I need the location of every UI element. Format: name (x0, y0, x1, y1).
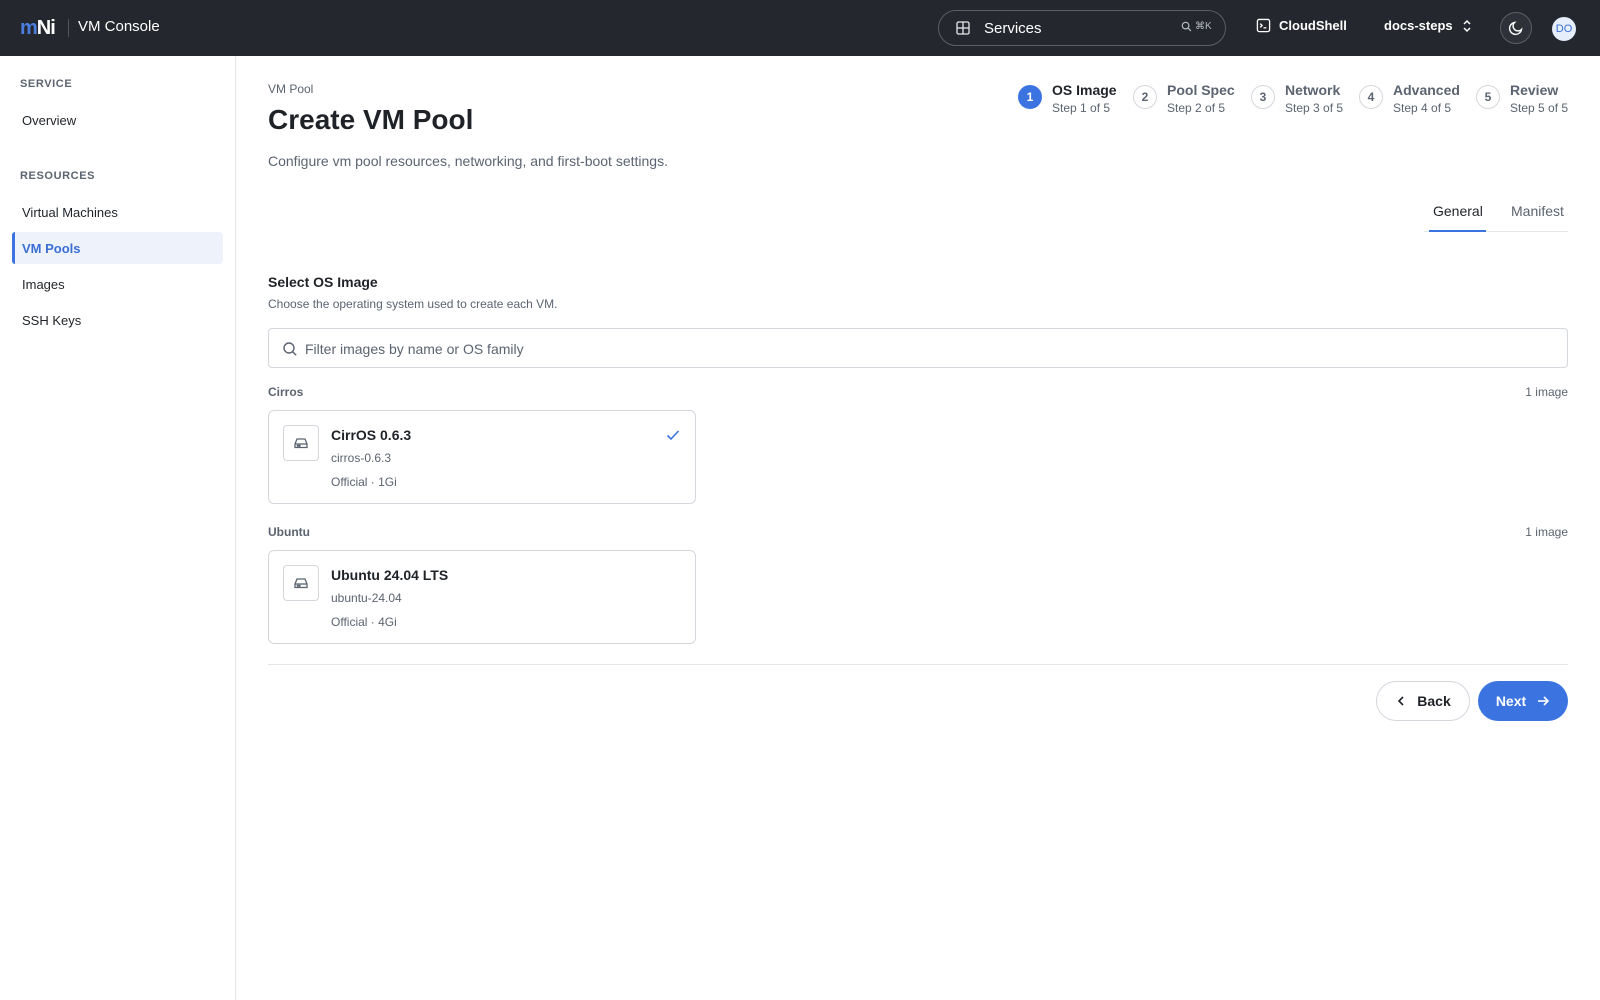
step-number: 3 (1251, 85, 1275, 109)
step-number: 4 (1359, 85, 1383, 109)
sidebar-item-label: VM Pools (22, 240, 81, 256)
image-meta: Official · 1Gi (331, 475, 397, 489)
sidebar-item-label: SSH Keys (22, 312, 82, 328)
step-advanced[interactable]: 4 Advanced Step 4 of 5 (1359, 82, 1460, 115)
back-button[interactable]: Back (1376, 681, 1470, 721)
page-title: Create VM Pool (268, 104, 474, 135)
view-tabs: General Manifest (1424, 200, 1568, 232)
next-label: Next (1495, 693, 1527, 709)
shortcut-label: ⌘K (1195, 21, 1212, 32)
step-subtitle: Step 2 of 5 (1167, 101, 1226, 115)
group-count: 1 image (1525, 385, 1568, 399)
project-selector[interactable]: docs-steps (1384, 18, 1473, 33)
moon-icon (1508, 21, 1523, 36)
step-number: 1 (1018, 85, 1042, 109)
sidebar-item-label: Overview (22, 112, 77, 128)
active-tab-indicator (1429, 230, 1486, 232)
step-number: 2 (1133, 85, 1157, 109)
step-number: 5 (1476, 85, 1500, 109)
chevron-left-icon (1398, 696, 1404, 706)
check-icon (666, 430, 680, 441)
sidebar-section-service: SERVICE (20, 78, 73, 90)
sidebar-item-label: Images (22, 276, 65, 292)
brand-divider (68, 19, 69, 37)
image-meta: Official · 4Gi (331, 615, 397, 629)
page-description: Configure vm pool resources, networking,… (268, 153, 668, 169)
theme-toggle-button[interactable] (1500, 12, 1532, 44)
section-description: Choose the operating system used to crea… (268, 297, 558, 311)
image-card-cirros[interactable]: CirrOS 0.6.3 cirros-0.6.3 Official · 1Gi (268, 410, 696, 504)
sidebar-item-images[interactable]: Images (12, 268, 223, 300)
step-subtitle: Step 5 of 5 (1510, 101, 1569, 115)
search-shortcut: ⌘K (1181, 21, 1212, 32)
terminal-icon (1256, 18, 1271, 33)
breadcrumb[interactable]: VM Pool (268, 82, 313, 96)
tab-general[interactable]: General (1433, 203, 1483, 219)
step-title: Advanced (1393, 82, 1460, 98)
sidebar-item-overview[interactable]: Overview (12, 104, 223, 136)
image-id: cirros-0.6.3 (331, 451, 392, 465)
hard-drive-icon (294, 438, 308, 449)
step-title: Pool Spec (1167, 82, 1235, 98)
step-title: OS Image (1052, 82, 1117, 98)
section-title: Select OS Image (268, 274, 378, 290)
step-subtitle: Step 4 of 5 (1393, 101, 1452, 115)
step-subtitle: Step 1 of 5 (1052, 101, 1111, 115)
services-search[interactable]: Services ⌘K (938, 10, 1226, 46)
project-label: docs-steps (1384, 18, 1453, 33)
tab-manifest[interactable]: Manifest (1511, 203, 1564, 219)
image-id: ubuntu-24.04 (331, 591, 402, 605)
step-title: Network (1285, 82, 1341, 98)
image-filter-input[interactable]: Filter images by name or OS family (268, 328, 1568, 368)
group-label-cirros: Cirros (268, 385, 304, 399)
step-subtitle: Step 3 of 5 (1285, 101, 1344, 115)
brand-logo[interactable]: m Ni (20, 16, 56, 39)
sidebar-item-vm-pools[interactable]: VM Pools (12, 232, 223, 264)
top-navigation-bar: m Ni VM Console Services ⌘K CloudShell do… (0, 0, 1600, 56)
sidebar-item-ssh-keys[interactable]: SSH Keys (12, 304, 223, 336)
sidebar-item-label: Virtual Machines (22, 204, 118, 220)
cloudshell-label: CloudShell (1279, 18, 1347, 33)
arrow-right-icon (1538, 696, 1550, 706)
next-button[interactable]: Next (1478, 681, 1568, 721)
logo-letters-ni: Ni (36, 16, 56, 39)
sidebar-item-virtual-machines[interactable]: Virtual Machines (12, 196, 223, 228)
filter-placeholder: Filter images by name or OS family (305, 341, 524, 357)
sidebar: SERVICE Overview RESOURCES Virtual Machi… (0, 56, 236, 1000)
step-pool-spec[interactable]: 2 Pool Spec Step 2 of 5 (1133, 82, 1235, 115)
console-title[interactable]: VM Console (78, 18, 160, 35)
services-label: Services (984, 20, 1042, 37)
logo-letter-m: m (20, 16, 38, 39)
image-title: Ubuntu 24.04 LTS (331, 567, 449, 583)
image-card-ubuntu[interactable]: Ubuntu 24.04 LTS ubuntu-24.04 Official ·… (268, 550, 696, 644)
image-title: CirrOS 0.6.3 (331, 427, 412, 443)
back-label: Back (1417, 693, 1451, 709)
disk-icon-box (283, 425, 319, 461)
step-review[interactable]: 5 Review Step 5 of 5 (1476, 82, 1568, 115)
footer-divider (268, 664, 1568, 665)
step-title: Review (1510, 82, 1559, 98)
user-avatar[interactable]: DO (1552, 17, 1576, 41)
step-os-image[interactable]: 1 OS Image Step 1 of 5 (1018, 82, 1117, 115)
cloudshell-button[interactable]: CloudShell (1256, 18, 1347, 33)
search-icon (1181, 21, 1192, 32)
step-network[interactable]: 3 Network Step 3 of 5 (1251, 82, 1343, 115)
sidebar-section-resources: RESOURCES (20, 170, 96, 182)
hard-drive-icon (294, 578, 308, 589)
grid-icon (956, 21, 970, 35)
group-count: 1 image (1525, 525, 1568, 539)
group-label-ubuntu: Ubuntu (268, 525, 310, 539)
search-icon (283, 342, 297, 356)
disk-icon-box (283, 565, 319, 601)
chevron-up-down-icon (1463, 19, 1471, 32)
